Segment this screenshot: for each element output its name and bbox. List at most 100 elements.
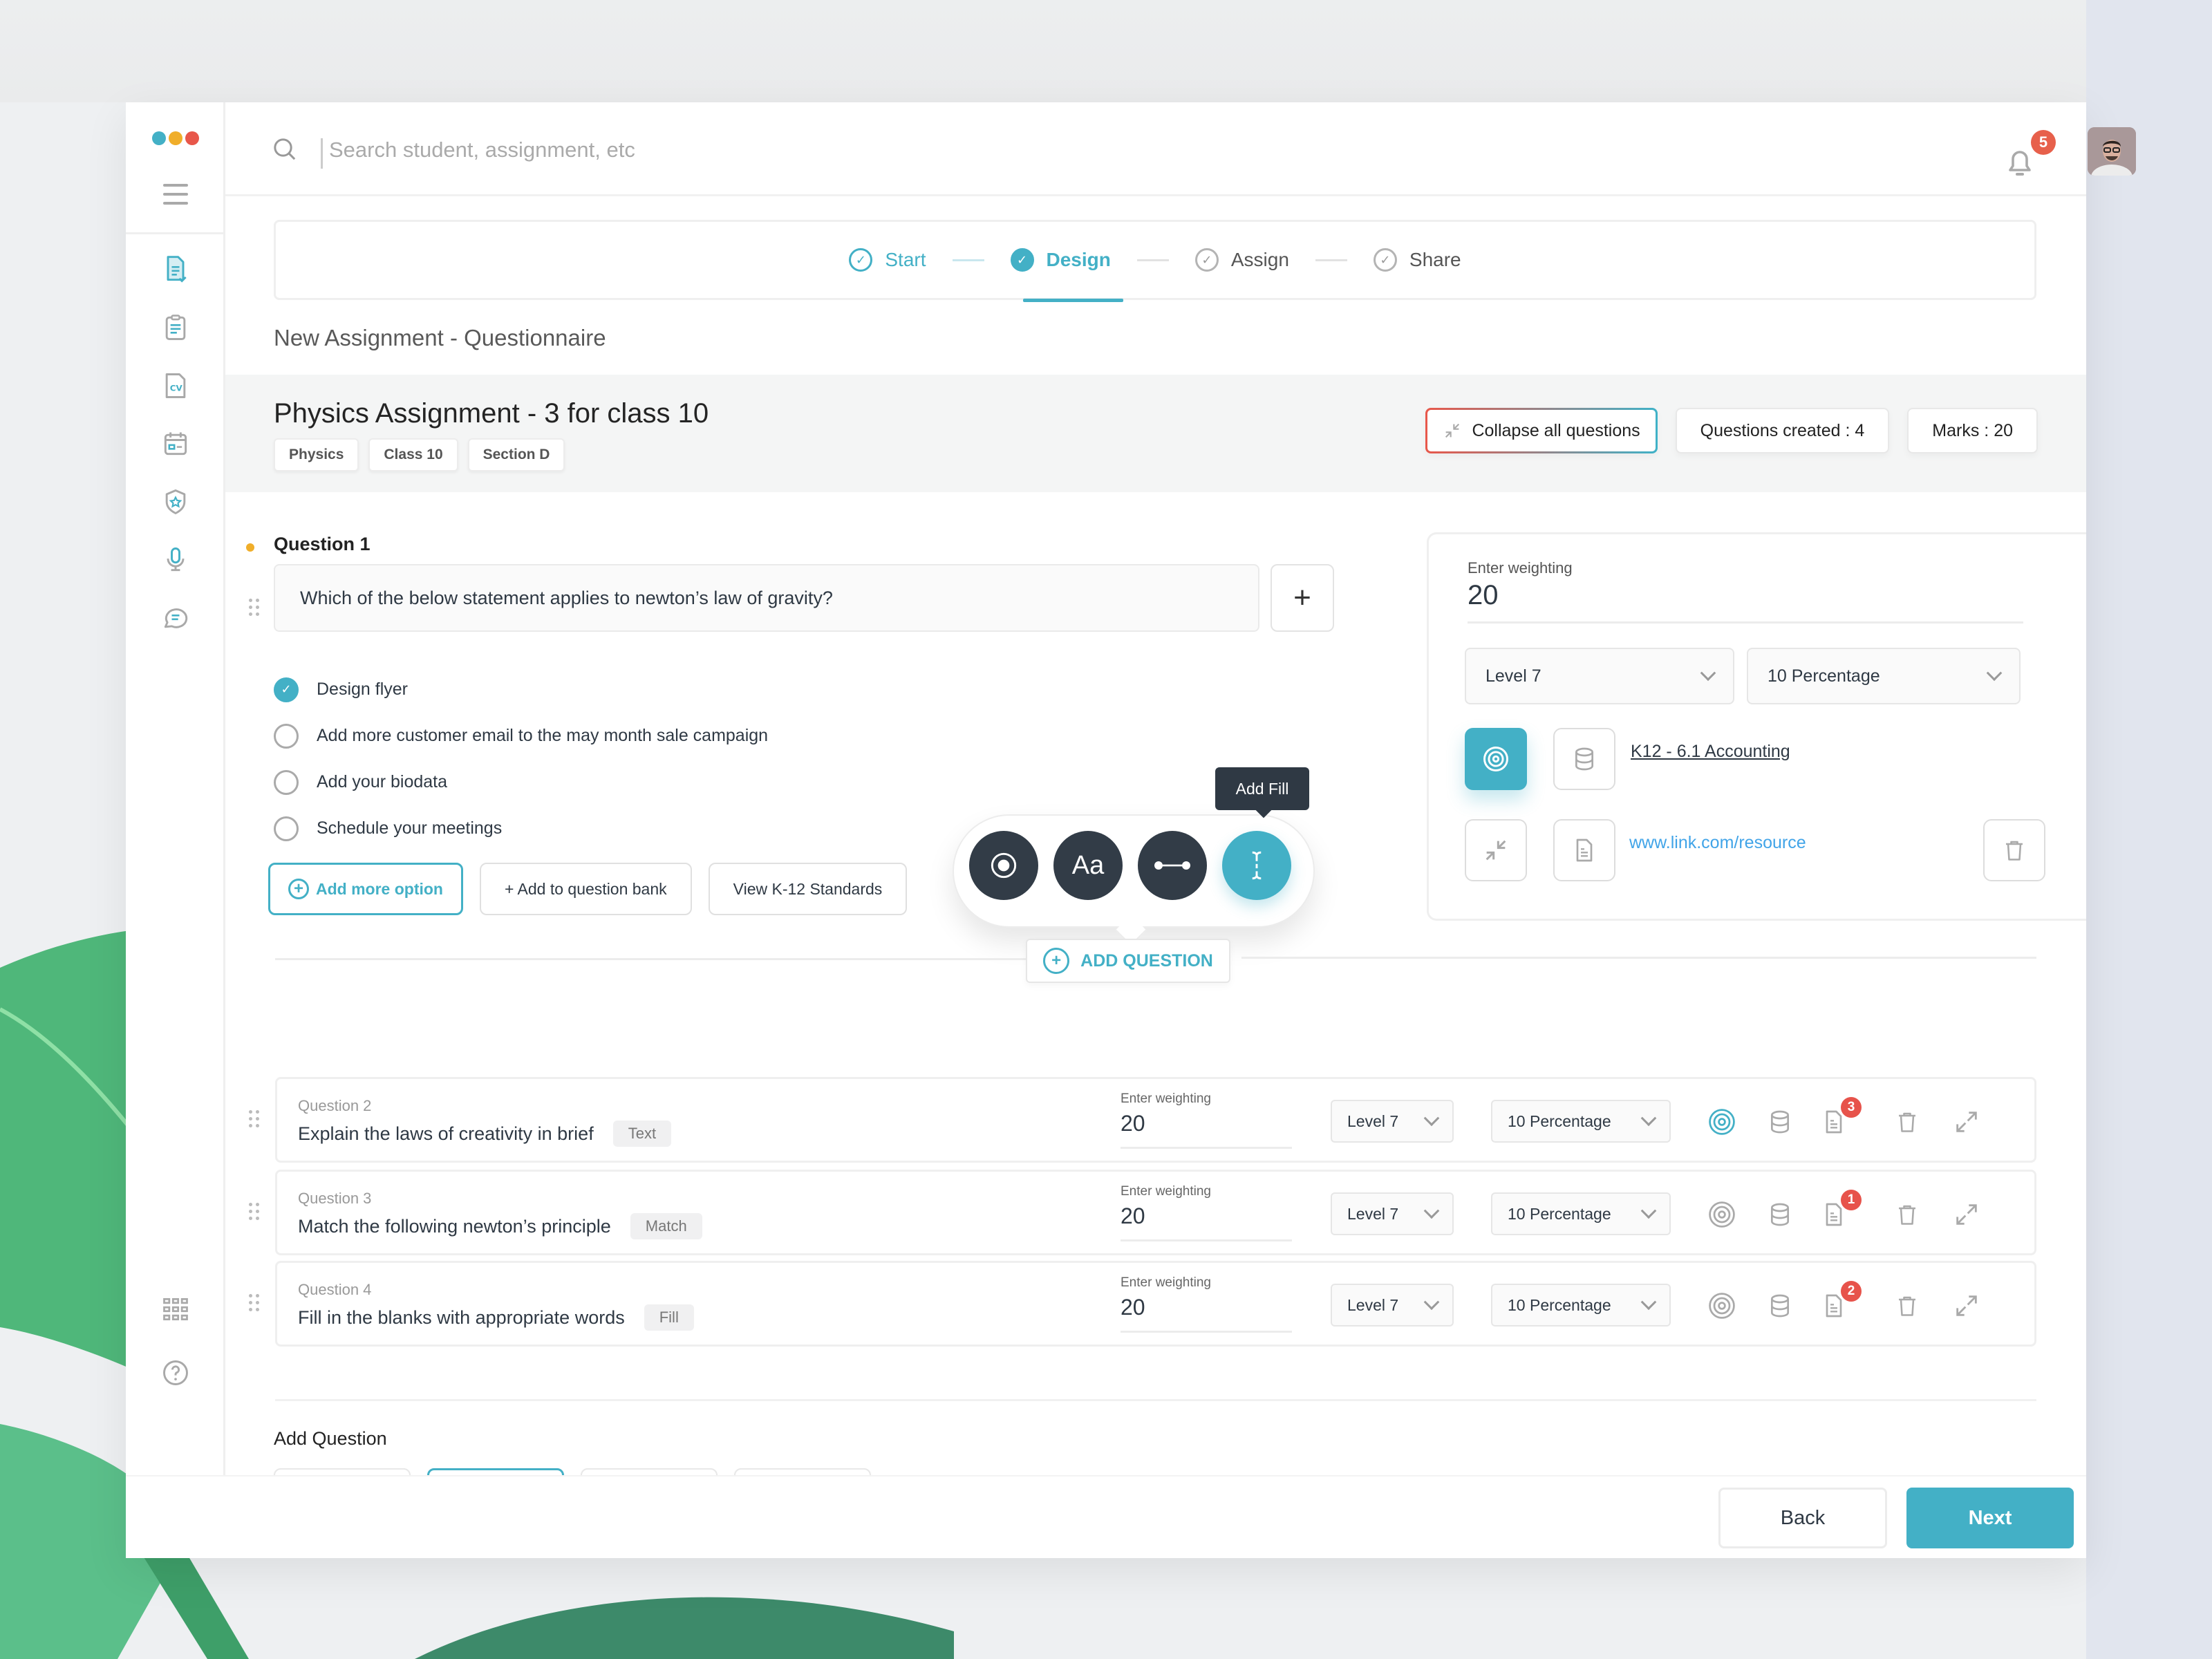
step-share[interactable]: ✓ Share — [1373, 248, 1461, 272]
sidebar-item-calendar[interactable] — [159, 427, 192, 460]
question-bank-button[interactable] — [1763, 1105, 1797, 1138]
add-media-button[interactable]: + — [1271, 564, 1334, 632]
question-bank-button[interactable] — [1553, 728, 1615, 790]
sidebar-item-messages[interactable] — [159, 601, 192, 635]
question-bank-button[interactable] — [1763, 1289, 1797, 1322]
option-item[interactable]: ✓ Design flyer — [274, 666, 768, 713]
percentage-select[interactable]: 10 Percentage — [1491, 1100, 1671, 1143]
menu-icon[interactable] — [163, 184, 188, 211]
question-row[interactable]: Question 4 Fill in the blanks with appro… — [275, 1261, 2036, 1347]
database-icon — [1771, 1203, 1789, 1226]
sidebar-item-cv[interactable]: CV — [159, 369, 192, 402]
percentage-select[interactable]: 10 Percentage — [1491, 1284, 1671, 1327]
standards-target-button[interactable] — [1705, 1289, 1738, 1322]
radio-icon[interactable] — [274, 816, 299, 841]
search-icon[interactable] — [271, 135, 299, 163]
option-item[interactable]: Add your biodata — [274, 759, 768, 805]
step-assign[interactable]: ✓ Assign — [1194, 248, 1289, 272]
add-match-tool[interactable] — [1138, 831, 1207, 900]
back-button[interactable]: Back — [1718, 1488, 1887, 1548]
weighting-input[interactable]: 20 — [1121, 1111, 1145, 1136]
add-text-tool[interactable]: Aa — [1053, 831, 1123, 900]
delete-question-button[interactable] — [1891, 1198, 1924, 1231]
top-bar: 5 — [225, 102, 2136, 196]
step-start[interactable]: ✓ Start — [849, 248, 926, 272]
weighting-input[interactable]: 20 — [1121, 1295, 1145, 1320]
expand-question-button[interactable] — [1950, 1289, 1983, 1322]
weighting-label: Enter weighting — [1468, 559, 1573, 577]
standards-target-button[interactable] — [1465, 728, 1527, 790]
add-question-inline-button[interactable]: + ADD QUESTION — [1026, 939, 1230, 983]
expand-question-button[interactable] — [1950, 1198, 1983, 1231]
step-design[interactable]: ✓ Design — [1010, 248, 1124, 302]
step-label: Design — [1046, 249, 1111, 270]
search-input[interactable] — [329, 133, 951, 167]
question-text: Explain the laws of creativity in brief — [298, 1123, 594, 1144]
question-number: Question 4 — [298, 1281, 372, 1298]
step-connector — [1136, 259, 1169, 261]
question-bank-button[interactable] — [1763, 1198, 1797, 1231]
progress-stepper: ✓ Start ✓ Design ✓ Assign ✓ Share — [274, 220, 2036, 302]
weighting-input[interactable]: 20 — [1468, 580, 1499, 611]
resource-count-badge: 1 — [1841, 1190, 1862, 1210]
step-connector — [1315, 259, 1347, 261]
radio-icon[interactable] — [274, 769, 299, 795]
level-select[interactable]: Level 7 — [1331, 1192, 1454, 1235]
sidebar-item-assignments[interactable] — [159, 253, 192, 286]
help-button[interactable] — [159, 1356, 192, 1389]
question-row[interactable]: Question 2 Explain the laws of creativit… — [275, 1077, 2036, 1163]
drag-handle-icon[interactable] — [249, 1203, 260, 1221]
standard-link[interactable]: K12 - 6.1 Accounting — [1631, 742, 1790, 762]
resource-link[interactable]: www.link.com/resource — [1629, 833, 1806, 853]
collapse-all-button[interactable]: Collapse all questions — [1425, 408, 1657, 453]
radio-icon[interactable] — [274, 723, 299, 749]
percentage-select[interactable]: 10 Percentage — [1491, 1192, 1671, 1235]
target-icon — [1709, 1293, 1735, 1319]
delete-question-button[interactable] — [1891, 1105, 1924, 1138]
standards-target-button[interactable] — [1705, 1105, 1738, 1138]
level-select[interactable]: Level 7 — [1331, 1284, 1454, 1327]
next-button[interactable]: Next — [1906, 1488, 2074, 1548]
user-avatar[interactable] — [2088, 127, 2136, 176]
question-type-toolbar: Aa — [953, 814, 1315, 928]
radio-checked-icon[interactable]: ✓ — [274, 677, 299, 702]
questions-created-count: Questions created : 4 — [1675, 408, 1890, 453]
answer-options: ✓ Design flyer Add more customer email t… — [274, 666, 768, 852]
divider — [275, 958, 1026, 960]
percentage-select[interactable]: 10 Percentage — [1747, 648, 2021, 704]
chevron-down-icon — [1640, 1110, 1657, 1127]
collapse-question-button[interactable] — [1465, 819, 1527, 881]
question-text: Fill in the blanks with appropriate word… — [298, 1306, 625, 1328]
option-item[interactable]: Schedule your meetings — [274, 805, 768, 852]
drag-handle-icon[interactable] — [249, 599, 260, 617]
question-row[interactable]: Question 3 Match the following newton’s … — [275, 1170, 2036, 1255]
microphone-icon — [167, 547, 185, 572]
drag-handle-icon[interactable] — [249, 1294, 260, 1312]
add-choice-tool[interactable] — [969, 831, 1038, 900]
sidebar-item-achievements[interactable] — [159, 485, 192, 518]
option-item[interactable]: Add more customer email to the may month… — [274, 713, 768, 759]
input-underline — [1121, 1147, 1292, 1149]
standards-target-button[interactable] — [1705, 1198, 1738, 1231]
resource-button[interactable] — [1553, 819, 1615, 881]
drag-handle-icon[interactable] — [249, 1110, 260, 1128]
sidebar-item-audio[interactable] — [159, 543, 192, 577]
bell-icon[interactable] — [2003, 144, 2036, 180]
view-standards-button[interactable]: View K-12 Standards — [708, 863, 908, 915]
delete-question-button[interactable] — [1891, 1289, 1924, 1322]
text-format-icon: Aa — [1071, 850, 1105, 880]
add-fill-tool[interactable] — [1222, 831, 1291, 900]
add-more-option-button[interactable]: + Add more option — [268, 863, 463, 915]
help-icon — [163, 1360, 188, 1385]
search-divider — [321, 138, 323, 169]
level-select[interactable]: Level 7 — [1465, 648, 1734, 704]
level-select[interactable]: Level 7 — [1331, 1100, 1454, 1143]
apps-grid-button[interactable] — [159, 1293, 192, 1326]
sidebar-item-clipboard[interactable] — [159, 311, 192, 344]
weighting-input[interactable]: 20 — [1121, 1203, 1145, 1229]
delete-question-button[interactable] — [1983, 819, 2045, 881]
expand-question-button[interactable] — [1950, 1105, 1983, 1138]
chevron-down-icon — [1423, 1203, 1440, 1219]
add-to-question-bank-button[interactable]: + Add to question bank — [479, 863, 692, 915]
question-1-text-input[interactable]: Which of the below statement applies to … — [274, 564, 1259, 632]
